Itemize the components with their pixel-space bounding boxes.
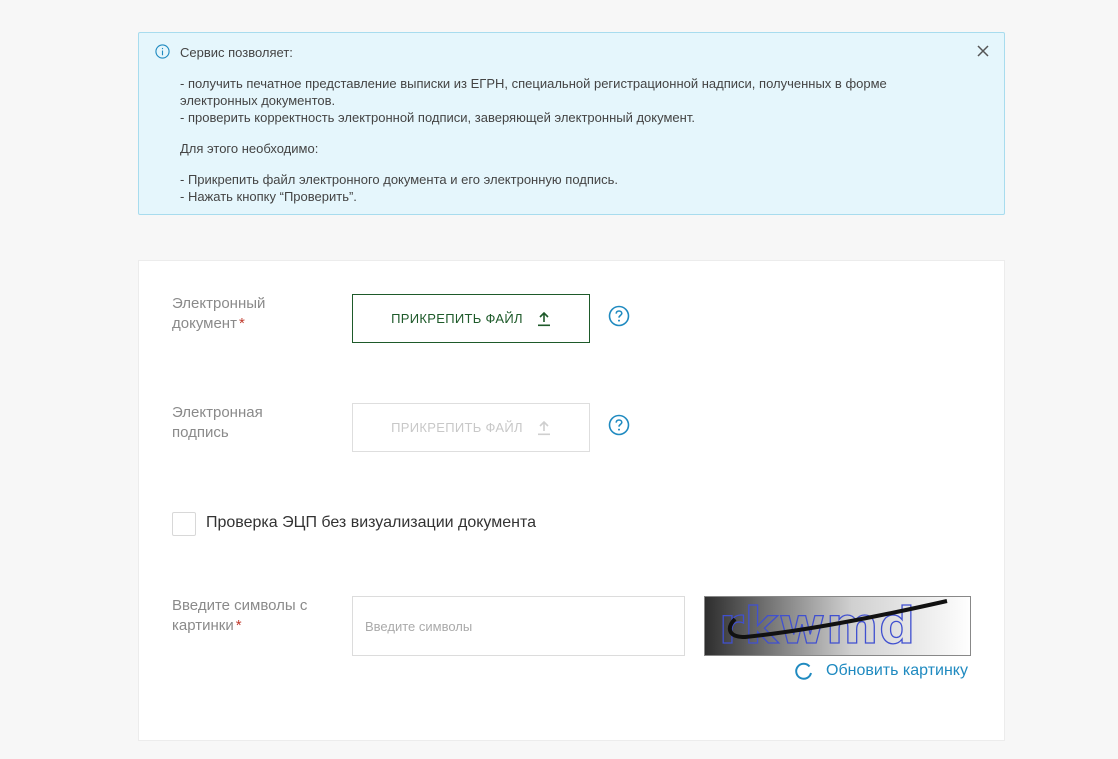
captcha-image: rkwmd bbox=[704, 596, 971, 656]
refresh-captcha-label: Обновить картинку bbox=[826, 662, 968, 679]
no-visualization-label[interactable]: Проверка ЭЦП без визуализации документа bbox=[206, 513, 536, 533]
question-circle-icon[interactable] bbox=[608, 305, 630, 327]
close-icon[interactable] bbox=[976, 44, 990, 58]
refresh-icon bbox=[795, 662, 812, 680]
attach-document-button[interactable]: ПРИКРЕПИТЬ ФАЙЛ bbox=[352, 294, 590, 343]
no-visualization-checkbox[interactable] bbox=[172, 512, 196, 536]
info-text: Сервис позволяет: - получить печатное пр… bbox=[180, 44, 960, 205]
info-line: - получить печатное представление выписк… bbox=[180, 76, 887, 108]
info-step: - Прикрепить файл электронного документа… bbox=[180, 172, 619, 187]
upload-arrow-icon bbox=[537, 311, 550, 326]
info-step: - Нажать кнопку “Проверить”. bbox=[180, 189, 357, 204]
info-banner: Сервис позволяет: - получить печатное пр… bbox=[138, 32, 1005, 215]
verification-form: Электронный документ * ПРИКРЕПИТЬ ФАЙЛ Эл… bbox=[138, 260, 1005, 741]
upload-arrow-icon bbox=[537, 420, 550, 435]
captcha-input[interactable] bbox=[352, 596, 685, 656]
info-line: - проверить корректность электронной под… bbox=[180, 110, 695, 125]
attach-signature-label: ПРИКРЕПИТЬ ФАЙЛ bbox=[391, 420, 523, 435]
required-mark: * bbox=[235, 617, 242, 634]
document-label: Электронный документ * bbox=[172, 295, 266, 332]
captcha-label: Введите символы с картинки * bbox=[172, 597, 308, 634]
attach-document-label: ПРИКРЕПИТЬ ФАЙЛ bbox=[391, 311, 523, 326]
info-subheading: Для этого необходимо: bbox=[180, 141, 319, 156]
refresh-captcha-link[interactable]: Обновить картинку bbox=[794, 661, 968, 681]
question-circle-icon[interactable] bbox=[608, 414, 630, 436]
signature-label: Электронная подпись bbox=[172, 404, 263, 441]
info-circle-icon bbox=[155, 44, 170, 59]
required-mark: * bbox=[238, 315, 245, 332]
attach-signature-button[interactable]: ПРИКРЕПИТЬ ФАЙЛ bbox=[352, 403, 590, 452]
info-heading: Сервис позволяет: bbox=[180, 45, 293, 60]
